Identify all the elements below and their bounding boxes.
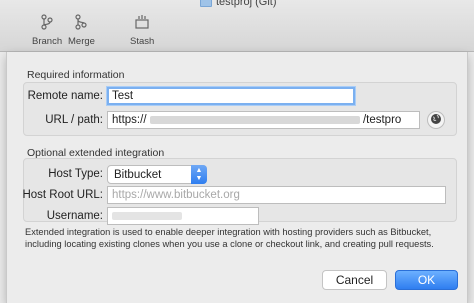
username-field[interactable]: [107, 207, 259, 225]
folder-icon: [200, 0, 212, 7]
host-root-url-field[interactable]: https://www.bitbucket.org: [107, 186, 446, 204]
window-title: testproj (Git): [200, 0, 277, 8]
branch-icon: [39, 14, 55, 30]
host-root-url-label: Host Root URL:: [22, 189, 103, 201]
stash-icon: [134, 14, 150, 30]
remote-browse-button[interactable]: [427, 111, 445, 129]
merge-button[interactable]: Merge: [68, 14, 95, 47]
remote-name-value: Test: [112, 90, 134, 102]
stash-button[interactable]: Stash: [130, 14, 154, 47]
redacted-url: [149, 115, 360, 124]
host-type-value: Bitbucket: [114, 169, 162, 181]
url-path-label: URL / path:: [45, 114, 103, 126]
remote-name-field[interactable]: Test: [107, 87, 355, 105]
required-group-title: Required information: [27, 69, 125, 81]
url-prefix: https://: [112, 114, 147, 126]
window-toolbar: testproj (Git) Branch Merge Stash: [0, 0, 474, 52]
host-type-label: Host Type:: [48, 168, 103, 180]
branch-label: Branch: [32, 36, 63, 47]
cancel-button[interactable]: Cancel: [322, 270, 387, 290]
host-root-url-placeholder: https://www.bitbucket.org: [112, 189, 240, 201]
branch-button[interactable]: Branch: [32, 14, 62, 47]
url-suffix: /testpro: [362, 114, 402, 126]
select-arrows-icon: ▲ ▼: [191, 165, 207, 184]
window-title-text: testproj (Git): [216, 0, 277, 8]
username-label: Username:: [46, 210, 103, 222]
remote-name-label: Remote name:: [27, 90, 103, 102]
merge-icon: [73, 14, 89, 30]
redacted-username: [112, 211, 182, 220]
ok-button[interactable]: OK: [395, 270, 458, 290]
add-remote-sheet: Required information Remote name: Test U…: [6, 52, 468, 303]
stash-label: Stash: [130, 36, 155, 47]
merge-label: Merge: [68, 36, 95, 47]
extended-integration-help: Extended integration is used to enable d…: [25, 227, 434, 249]
host-type-select[interactable]: Bitbucket ▲ ▼: [107, 165, 207, 184]
url-path-field[interactable]: https:// /testpro: [107, 111, 420, 129]
globe-icon: [430, 113, 442, 128]
